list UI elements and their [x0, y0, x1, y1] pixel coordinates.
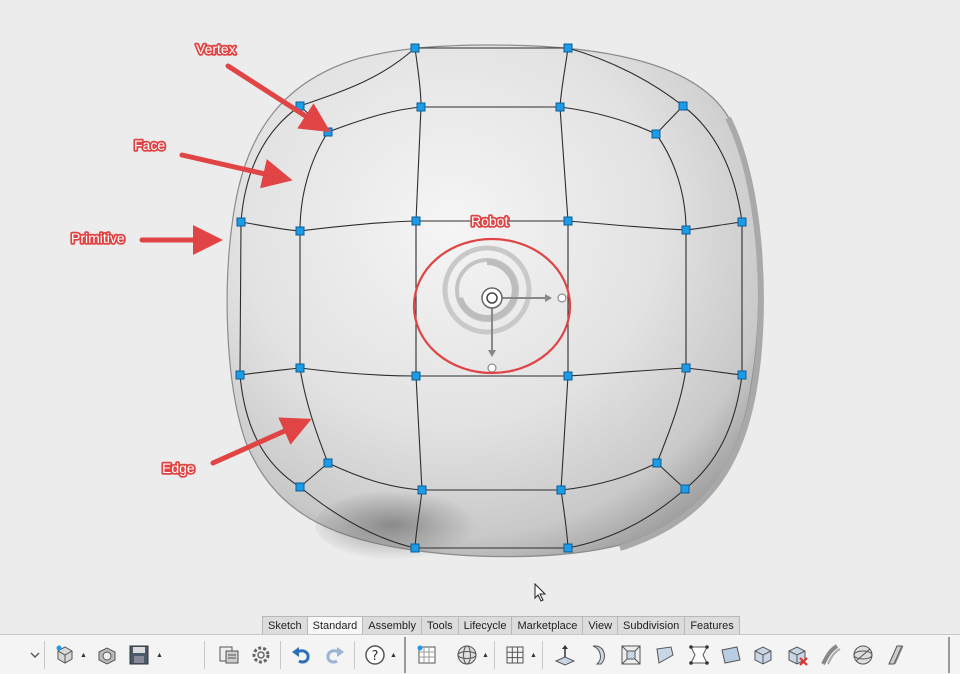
plane-icon[interactable] [718, 642, 744, 668]
tab-marketplace[interactable]: Marketplace [512, 617, 584, 635]
undo-icon[interactable] [288, 642, 314, 668]
mouse-cursor-icon [534, 582, 547, 602]
uncrease-icon[interactable] [882, 642, 908, 668]
grid-icon[interactable] [502, 642, 528, 668]
tab-lifecycle[interactable]: Lifecycle [458, 617, 513, 635]
redo-icon[interactable] [322, 642, 348, 668]
annotation-face: Face [134, 137, 165, 153]
tab-subdivision[interactable]: Subdivision [618, 617, 686, 635]
ribbon-toolbar: ▲ ▲ ? ▲ ▲ ▲ [0, 634, 960, 674]
face-extrude-icon[interactable] [618, 642, 644, 668]
fill-hole-icon[interactable] [686, 642, 712, 668]
settings-gear-icon[interactable] [248, 642, 274, 668]
vertex-pull-icon[interactable] [552, 642, 578, 668]
sphere-icon[interactable] [850, 642, 876, 668]
new-part-icon[interactable] [52, 642, 78, 668]
annotation-primitive: Primitive [71, 230, 125, 246]
properties-icon[interactable] [216, 642, 242, 668]
edge-tool-icon[interactable] [586, 642, 612, 668]
tab-assembly[interactable]: Assembly [363, 617, 422, 635]
help-icon[interactable]: ? [362, 642, 388, 668]
collapse-chevron-icon[interactable] [28, 642, 42, 668]
save-icon[interactable] [126, 642, 152, 668]
annotation-vertex: Vertex [196, 41, 236, 57]
annotation-robot: Robot [471, 213, 508, 229]
open-part-icon[interactable] [94, 642, 120, 668]
crease-icon[interactable] [818, 642, 844, 668]
grid-frame-icon[interactable] [414, 642, 440, 668]
delete-face-icon[interactable] [784, 642, 810, 668]
tab-standard[interactable]: Standard [307, 617, 364, 635]
annotation-edge: Edge [162, 460, 195, 476]
tab-sketch[interactable]: Sketch [263, 617, 308, 635]
box-icon[interactable] [750, 642, 776, 668]
tab-features[interactable]: Features [685, 617, 739, 635]
bridge-icon[interactable] [652, 642, 678, 668]
3d-viewport[interactable]: Vertex Face Primitive Edge Robot [0, 0, 960, 615]
surface-shadow [315, 490, 485, 560]
svg-text:?: ? [372, 649, 379, 664]
tab-tools[interactable]: Tools [421, 617, 459, 635]
tab-view[interactable]: View [583, 617, 619, 635]
display-mode-sphere-icon[interactable] [454, 642, 480, 668]
ribbon-tabs: Sketch Standard Assembly Tools Lifecycle… [262, 616, 740, 635]
